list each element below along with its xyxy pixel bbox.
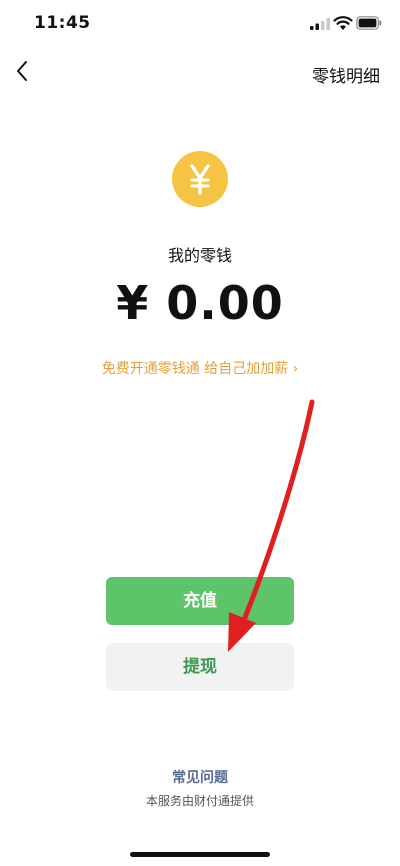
wifi-icon — [333, 16, 353, 30]
cellular-signal-icon — [310, 18, 330, 30]
annotation-arrow-icon — [228, 399, 315, 652]
status-bar: 11:45 — [0, 0, 400, 50]
faq-link[interactable]: 常见问题 — [0, 767, 400, 787]
home-indicator — [130, 852, 270, 857]
recharge-button[interactable]: 充值 — [106, 577, 294, 625]
battery-icon — [356, 16, 382, 30]
status-time: 11:45 — [34, 13, 91, 33]
balance-label: 我的零钱 — [167, 246, 232, 265]
back-arrow-icon[interactable] — [14, 60, 32, 82]
lingqiantong-promo-link[interactable]: 免费开通零钱通 给自己加加薪 › — [0, 358, 400, 378]
coin-icon — [172, 151, 228, 207]
service-provider-note: 本服务由财付通提供 — [145, 794, 254, 808]
balance-amount: ¥ 0.00 — [116, 276, 284, 330]
change-details-link[interactable]: 零钱明细 — [312, 62, 380, 87]
withdraw-button[interactable]: 提现 — [106, 643, 294, 691]
